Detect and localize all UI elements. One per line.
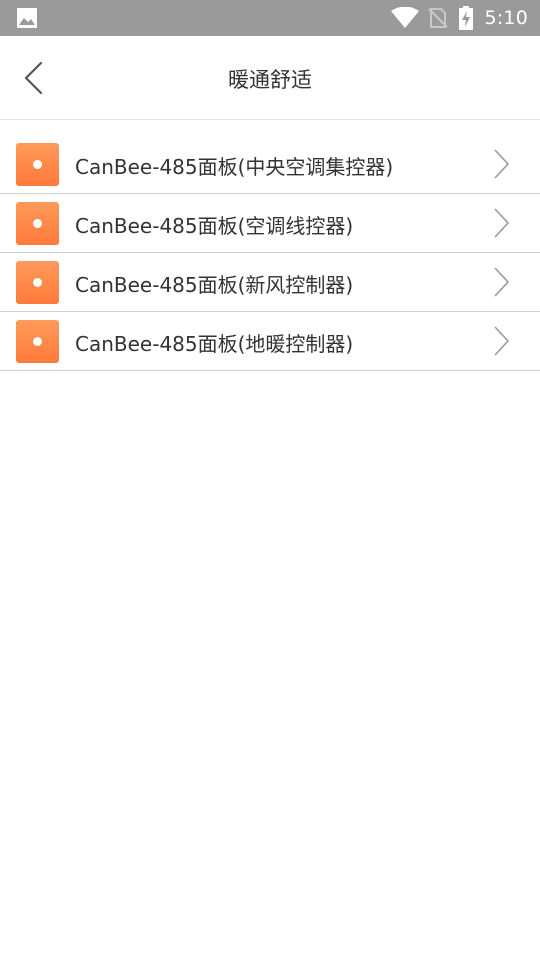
page-title: 暖通舒适 xyxy=(228,68,312,92)
chevron-right-icon xyxy=(494,149,510,179)
device-label: CanBee-485面板(新风控制器) xyxy=(75,273,354,297)
status-bar: 5:10 xyxy=(0,0,540,36)
list-item[interactable]: CanBee-485面板(地暖控制器) xyxy=(0,312,540,371)
status-time: 5:10 xyxy=(484,7,528,29)
device-list: CanBee-485面板(中央空调集控器) CanBee-485面板(空调线控器… xyxy=(0,135,540,371)
chevron-right-icon xyxy=(494,208,510,238)
device-icon xyxy=(16,320,59,363)
device-icon xyxy=(16,261,59,304)
gallery-icon xyxy=(17,8,37,28)
battery-charging-icon xyxy=(458,6,473,30)
title-bar: 暖通舒适 xyxy=(0,36,540,120)
list-item[interactable]: CanBee-485面板(空调线控器) xyxy=(0,194,540,253)
device-label: CanBee-485面板(空调线控器) xyxy=(75,214,354,238)
wifi-icon xyxy=(390,7,419,28)
device-icon xyxy=(16,202,59,245)
chevron-right-icon xyxy=(494,326,510,356)
status-icons: 5:10 xyxy=(390,0,528,36)
device-label: CanBee-485面板(中央空调集控器) xyxy=(75,155,394,179)
device-icon xyxy=(16,143,59,186)
list-item[interactable]: CanBee-485面板(新风控制器) xyxy=(0,253,540,312)
no-sim-signal-icon xyxy=(427,8,448,28)
device-label: CanBee-485面板(地暖控制器) xyxy=(75,332,354,356)
chevron-right-icon xyxy=(494,267,510,297)
list-item[interactable]: CanBee-485面板(中央空调集控器) xyxy=(0,135,540,194)
